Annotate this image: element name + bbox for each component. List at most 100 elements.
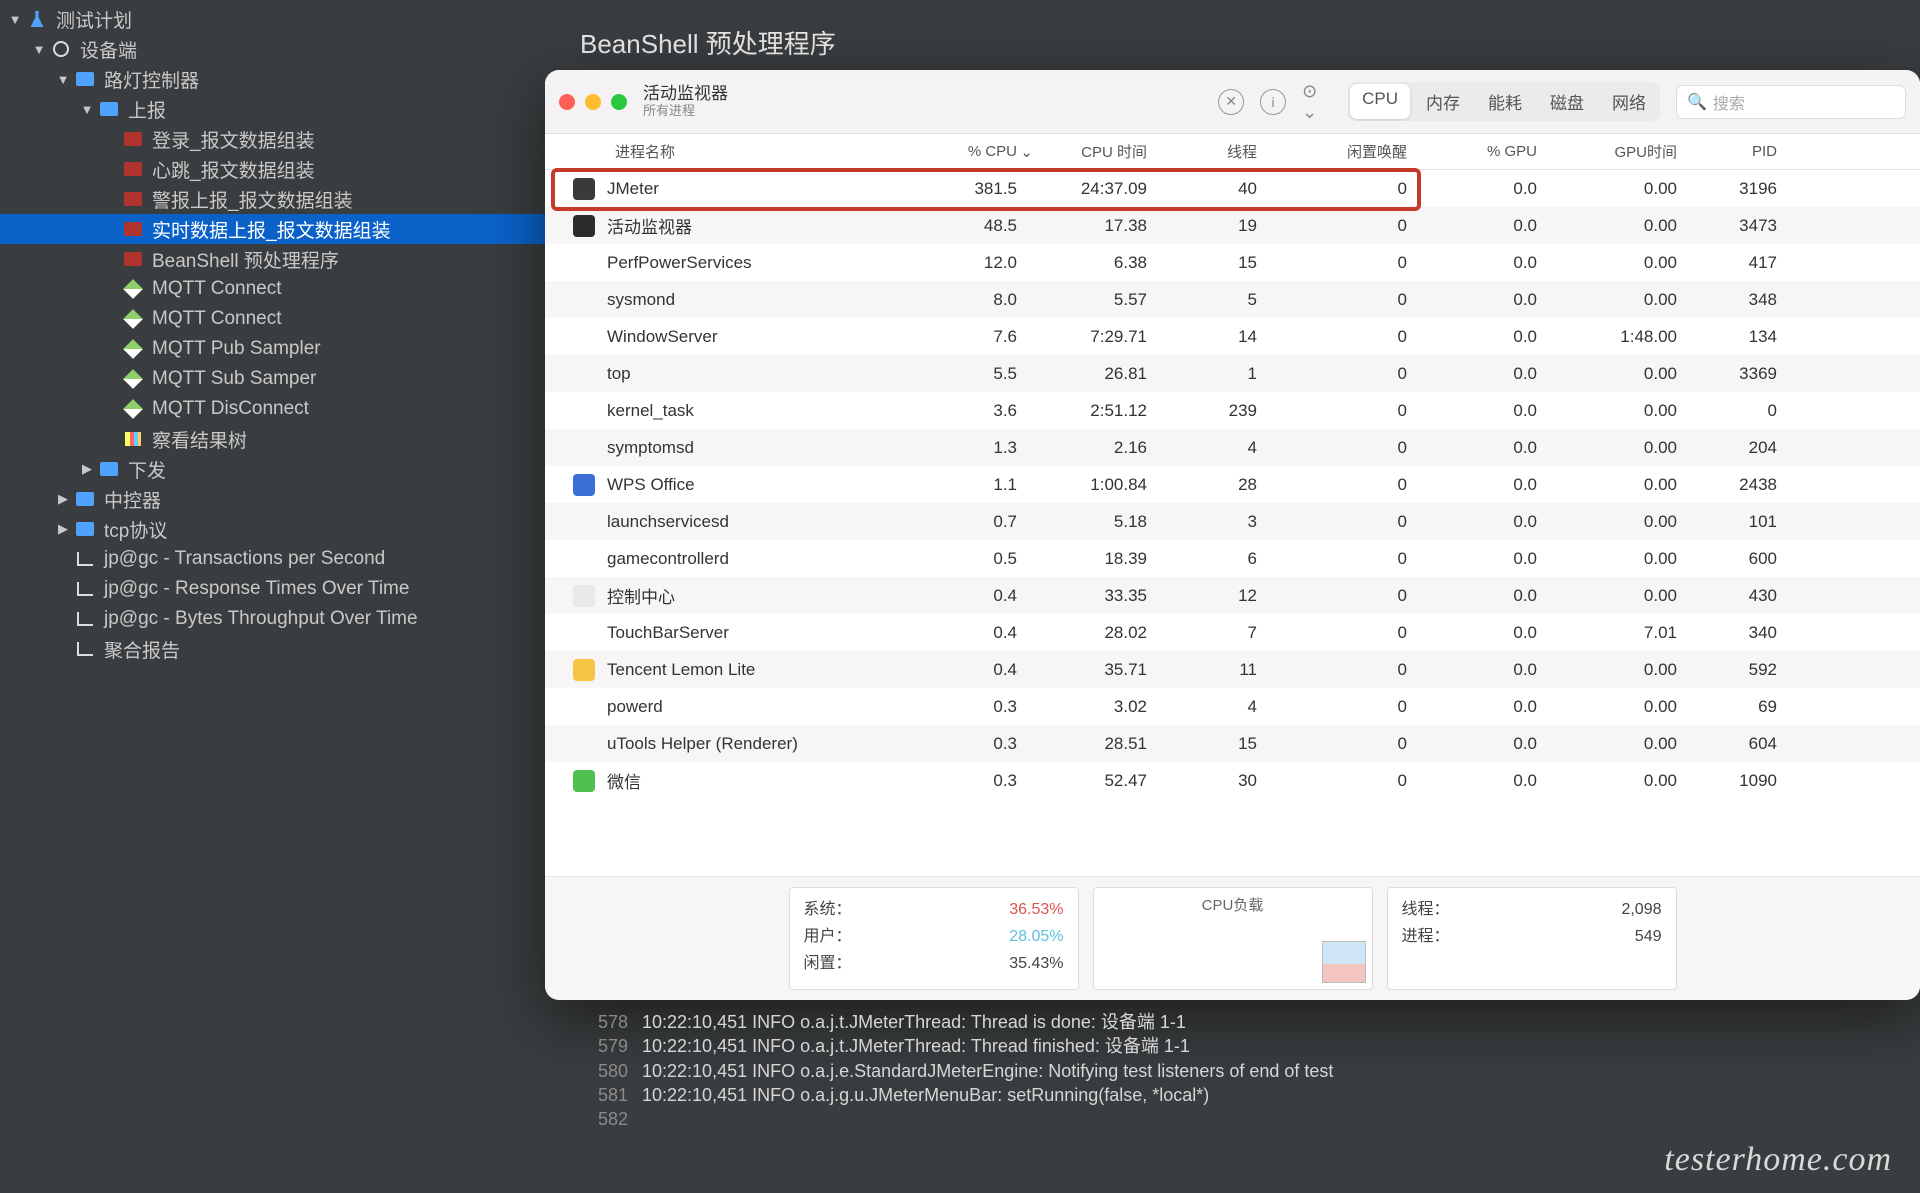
cell-cpu: 0.3 [925,734,1035,754]
cell-time: 33.35 [1035,586,1165,606]
cell-time: 28.51 [1035,734,1165,754]
cell-wake: 0 [1275,660,1425,680]
tree-item[interactable]: ▶tcp协议 [0,514,570,544]
disclosure-icon[interactable]: ▼ [54,72,72,87]
process-row[interactable]: uTools Helper (Renderer)0.328.511500.00.… [545,725,1920,762]
process-row[interactable]: 活动监视器48.517.381900.00.003473 [545,207,1920,244]
disclosure-icon[interactable]: ▼ [30,42,48,57]
cell-gpu: 0.0 [1425,290,1555,310]
disclosure-icon[interactable]: ▶ [54,521,72,537]
tree-item[interactable]: ▼测试计划 [0,4,570,34]
tree-item-label: 中控器 [104,486,161,513]
column-header[interactable]: 进程名称 [545,141,925,162]
cell-pid: 1090 [1695,771,1795,791]
search-field[interactable]: 🔍 搜索 [1676,85,1906,119]
cell-threads: 12 [1165,586,1275,606]
cell-cpu: 1.3 [925,438,1035,458]
process-name: 活动监视器 [607,213,692,238]
cell-gpu: 0.0 [1425,475,1555,495]
tree-item[interactable]: BeanShell 预处理程序 [0,244,570,274]
tree-item[interactable]: jp@gc - Transactions per Second [0,544,570,574]
tree-item[interactable]: jp@gc - Response Times Over Time [0,574,570,604]
process-row[interactable]: JMeter381.524:37.094000.00.003196 [545,170,1920,207]
tree-item[interactable]: ▶下发 [0,454,570,484]
tree-item[interactable]: jp@gc - Bytes Throughput Over Time [0,604,570,634]
process-name: symptomsd [607,438,694,458]
disclosure-icon[interactable]: ▼ [78,102,96,117]
column-header[interactable]: 线程 [1165,141,1275,162]
column-header[interactable]: CPU 时间 [1035,141,1165,162]
process-row[interactable]: WindowServer7.67:29.711400.01:48.00134 [545,318,1920,355]
tree-item-label: jp@gc - Transactions per Second [104,548,385,570]
cell-gputime: 0.00 [1555,512,1695,532]
more-menu-button[interactable]: ⊙ ⌄ [1302,87,1332,117]
process-table-body[interactable]: JMeter381.524:37.094000.00.003196活动监视器48… [545,170,1920,876]
jmeter-tree-sidebar: ▼测试计划▼设备端▼路灯控制器▼上报登录_报文数据组装心跳_报文数据组装警报上报… [0,0,570,1193]
tree-item[interactable]: 警报上报_报文数据组装 [0,184,570,214]
cell-gpu: 0.0 [1425,512,1555,532]
tab-磁盘[interactable]: 磁盘 [1536,82,1598,121]
tree-item[interactable]: ▼路灯控制器 [0,64,570,94]
cell-gputime: 7.01 [1555,623,1695,643]
process-row[interactable]: WPS Office1.11:00.842800.00.002438 [545,466,1920,503]
column-header[interactable]: GPU时间 [1555,141,1695,162]
tree-item[interactable]: 登录_报文数据组装 [0,124,570,154]
info-button[interactable]: i [1260,89,1286,115]
column-header[interactable]: 闲置唤醒 [1275,141,1425,162]
tab-能耗[interactable]: 能耗 [1474,82,1536,121]
tree-item[interactable]: 心跳_报文数据组装 [0,154,570,184]
process-row[interactable]: 控制中心0.433.351200.00.00430 [545,577,1920,614]
disclosure-icon[interactable]: ▶ [78,461,96,477]
tree-item[interactable]: ▶ 中控器 [0,484,570,514]
tree-item[interactable]: MQTT Sub Samper [0,364,570,394]
tree-item[interactable]: MQTT Pub Sampler [0,334,570,364]
tab-内存[interactable]: 内存 [1412,82,1474,121]
process-row[interactable]: kernel_task3.62:51.1223900.00.000 [545,392,1920,429]
column-header[interactable]: % CPU [925,143,1035,160]
tab-网络[interactable]: 网络 [1598,82,1660,121]
process-row[interactable]: symptomsd1.32.16400.00.00204 [545,429,1920,466]
process-row[interactable]: Tencent Lemon Lite0.435.711100.00.00592 [545,651,1920,688]
tree-item-label: 聚合报告 [104,636,180,663]
disclosure-icon[interactable]: ▼ [6,12,24,27]
column-header[interactable]: PID [1695,143,1795,160]
title-text: 活动监视器 [643,84,728,103]
cell-pid: 2438 [1695,475,1795,495]
disclosure-icon[interactable]: ▶ [54,491,72,507]
process-row[interactable]: 微信0.352.473000.00.001090 [545,762,1920,799]
process-row[interactable]: PerfPowerServices12.06.381500.00.00417 [545,244,1920,281]
chart-icon [120,429,146,449]
tree-item[interactable]: MQTT DisConnect [0,394,570,424]
process-row[interactable]: top5.526.81100.00.003369 [545,355,1920,392]
process-row[interactable]: TouchBarServer0.428.02700.07.01340 [545,614,1920,651]
process-name: WindowServer [607,327,718,347]
process-row[interactable]: sysmond8.05.57500.00.00348 [545,281,1920,318]
process-row[interactable]: powerd0.33.02400.00.0069 [545,688,1920,725]
cell-gpu: 0.0 [1425,401,1555,421]
close-button[interactable] [559,94,575,110]
minimize-button[interactable] [585,94,601,110]
cell-gputime: 0.00 [1555,697,1695,717]
cell-gputime: 0.00 [1555,253,1695,273]
process-row[interactable]: gamecontrollerd0.518.39600.00.00600 [545,540,1920,577]
stop-process-button[interactable]: ✕ [1218,89,1244,115]
cell-threads: 11 [1165,660,1275,680]
tab-CPU[interactable]: CPU [1350,84,1410,119]
cell-cpu: 0.3 [925,697,1035,717]
tree-item-label: BeanShell 预处理程序 [152,246,339,273]
tree-item[interactable]: ▼上报 [0,94,570,124]
cell-wake: 0 [1275,290,1425,310]
tree-item[interactable]: MQTT Connect [0,304,570,334]
process-row[interactable]: launchservicesd0.75.18300.00.00101 [545,503,1920,540]
maximize-button[interactable] [611,94,627,110]
column-header[interactable]: % GPU [1425,143,1555,160]
tree-item[interactable]: 聚合报告 [0,634,570,664]
app-icon [573,215,595,237]
cell-pid: 600 [1695,549,1795,569]
tree-item[interactable]: 察看结果树 [0,424,570,454]
tree-item[interactable]: 实时数据上报_报文数据组装 [0,214,570,244]
watermark: testerhome.com [1664,1141,1892,1179]
tree-item[interactable]: ▼设备端 [0,34,570,64]
monitor-icon [72,69,98,89]
tree-item[interactable]: MQTT Connect [0,274,570,304]
